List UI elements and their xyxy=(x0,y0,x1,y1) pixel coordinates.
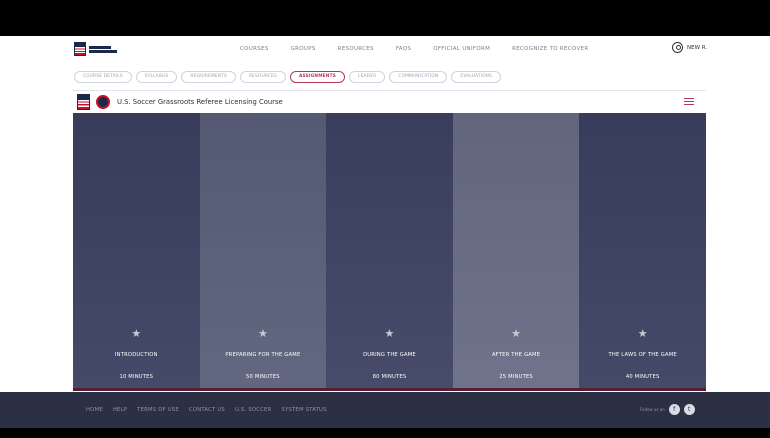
crest-icon xyxy=(77,93,90,110)
tab-communication[interactable]: COMMUNICATION xyxy=(389,71,448,83)
soccer-ball-icon xyxy=(96,94,110,109)
user-menu[interactable]: NEW R. xyxy=(672,42,707,53)
star-icon: ★ xyxy=(384,327,395,340)
tab-course-details[interactable]: COURSE DETAILS xyxy=(74,71,132,83)
module-duration: 50 MINUTES xyxy=(246,374,280,380)
course-title: U.S. Soccer Grassroots Referee Licensing… xyxy=(117,97,283,106)
module-card-introduction[interactable]: ★ INTRODUCTION 10 MINUTES xyxy=(73,113,200,391)
module-card-after[interactable]: ★ AFTER THE GAME 25 MINUTES xyxy=(452,113,580,391)
nav-faqs[interactable]: FAQS xyxy=(396,46,411,52)
nav-courses[interactable]: COURSES xyxy=(240,46,269,52)
star-icon: ★ xyxy=(511,327,522,340)
facebook-icon[interactable]: f xyxy=(668,404,680,415)
footer-link-ussoccer[interactable]: U.S. SOCCER xyxy=(235,407,271,413)
tab-resources[interactable]: RESOURCES xyxy=(239,71,286,83)
logo-wordmark xyxy=(89,45,117,53)
module-grid: ★ INTRODUCTION 10 MINUTES ★ PREPARING FO… xyxy=(73,113,706,391)
course-bar: U.S. Soccer Grassroots Referee Licensing… xyxy=(73,90,706,112)
module-card-during[interactable]: ★ DURING THE GAME 80 MINUTES xyxy=(326,113,453,391)
star-icon: ★ xyxy=(637,327,648,340)
tab-assignments[interactable]: ASSIGNMENTS xyxy=(289,71,346,83)
footer-links: HOME HELP TERMS OF USE CONTACT US U.S. S… xyxy=(86,407,327,413)
follow-label: Follow us on xyxy=(640,407,665,412)
user-icon xyxy=(672,42,683,53)
module-name: DURING THE GAME xyxy=(363,352,416,358)
module-name: AFTER THE GAME xyxy=(491,352,541,358)
tab-evaluations[interactable]: EVALUATIONS xyxy=(451,71,502,83)
star-icon: ★ xyxy=(131,327,142,340)
footer-link-help[interactable]: HELP xyxy=(113,407,127,413)
module-duration: 40 MINUTES xyxy=(625,374,660,380)
main-nav: COURSES GROUPS RESOURCES FAQS OFFICIAL U… xyxy=(240,46,588,52)
course-subtabs: COURSE DETAILS SYLLABUS REQUIREMENTS RES… xyxy=(74,71,502,83)
video-letterbox-bottom xyxy=(0,428,770,438)
header: COURSES GROUPS RESOURCES FAQS OFFICIAL U… xyxy=(0,36,770,66)
module-name: INTRODUCTION xyxy=(114,352,158,358)
footer-link-system-status[interactable]: SYSTEM STATUS xyxy=(281,407,326,413)
module-duration: 25 MINUTES xyxy=(499,374,533,380)
module-name: PREPARING FOR THE GAME xyxy=(225,352,301,358)
nav-recognize-to-recover[interactable]: RECOGNIZE TO RECOVER xyxy=(512,46,588,52)
star-icon: ★ xyxy=(257,327,268,340)
hamburger-menu-icon[interactable] xyxy=(684,98,694,105)
twitter-icon[interactable]: t xyxy=(683,404,695,415)
module-name: THE LAWS OF THE GAME xyxy=(608,352,677,358)
ussf-logo[interactable] xyxy=(74,41,118,57)
module-duration: 10 MINUTES xyxy=(119,374,154,380)
footer: HOME HELP TERMS OF USE CONTACT US U.S. S… xyxy=(0,392,770,428)
nav-official-uniform[interactable]: OFFICIAL UNIFORM xyxy=(433,46,490,52)
page: COURSES GROUPS RESOURCES FAQS OFFICIAL U… xyxy=(0,36,770,428)
module-card-laws[interactable]: ★ THE LAWS OF THE GAME 40 MINUTES xyxy=(579,113,706,391)
tab-requirements[interactable]: REQUIREMENTS xyxy=(181,71,236,83)
tab-leader[interactable]: LEADER xyxy=(349,71,386,83)
footer-link-contact[interactable]: CONTACT US xyxy=(189,407,225,413)
module-card-preparing[interactable]: ★ PREPARING FOR THE GAME 50 MINUTES xyxy=(199,113,327,391)
module-duration: 80 MINUTES xyxy=(372,374,407,380)
footer-link-home[interactable]: HOME xyxy=(86,407,103,413)
footer-link-terms[interactable]: TERMS OF USE xyxy=(137,407,179,413)
video-letterbox-top xyxy=(0,0,770,36)
user-name: NEW R. xyxy=(687,44,708,51)
nav-resources[interactable]: RESOURCES xyxy=(338,46,374,52)
social-links: Follow us on f t xyxy=(640,404,695,415)
nav-groups[interactable]: GROUPS xyxy=(291,46,316,52)
crest-icon xyxy=(74,42,86,56)
tab-syllabus[interactable]: SYLLABUS xyxy=(135,71,178,83)
